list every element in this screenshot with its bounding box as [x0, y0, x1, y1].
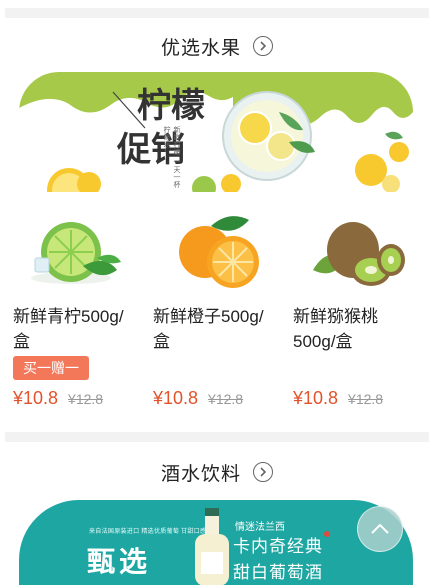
- wine-title-line1: 卡内奇经典: [233, 537, 323, 557]
- product-price: ¥10.8: [13, 388, 59, 408]
- wine-description: 来自法国原装进口 精选优质葡萄 甘甜口感: [89, 529, 207, 535]
- product-old-price: ¥12.8: [348, 391, 384, 407]
- product-card-kiwi[interactable]: 新鲜猕猴桃500g/盒 ¥10.8 ¥12.8: [293, 208, 425, 408]
- lime-image[interactable]: [13, 208, 145, 296]
- lemon-promo-banner[interactable]: 柠檬 促销 新鲜柠檬 一天一杯柠檬水: [19, 72, 413, 192]
- chevron-right-circle-icon[interactable]: [253, 36, 273, 56]
- wine-title-line2: 甜白葡萄酒: [233, 563, 323, 583]
- lemon-banner-art: [19, 72, 413, 192]
- wine-bottle-art: [195, 508, 330, 585]
- section-header-drinks[interactable]: 酒水饮料: [0, 458, 434, 486]
- product-card-orange[interactable]: 新鲜橙子500g/盒 ¥10.8 ¥12.8: [153, 208, 285, 408]
- product-name[interactable]: 新鲜猕猴桃500g/盒: [293, 304, 417, 354]
- banner-title-line1: 柠檬: [137, 86, 205, 126]
- wine-subtitle: 情迷法兰西: [235, 522, 285, 533]
- section-header-fruit[interactable]: 优选水果: [0, 32, 434, 60]
- product-price: ¥10.8: [293, 388, 339, 408]
- section-separator: [5, 8, 429, 18]
- product-old-price: ¥12.8: [68, 391, 104, 407]
- banner-vertical-text: 新鲜柠檬 一天一杯柠檬水: [163, 126, 180, 189]
- product-old-price: ¥12.8: [208, 391, 244, 407]
- section-title: 优选水果: [160, 37, 241, 59]
- back-to-top-button[interactable]: [357, 506, 403, 552]
- kiwi-image[interactable]: [293, 208, 425, 296]
- orange-image[interactable]: [153, 208, 285, 296]
- chevron-up-icon: [371, 523, 389, 534]
- product-name[interactable]: 新鲜橙子500g/盒: [153, 304, 277, 354]
- wine-big-text: 甄选: [87, 545, 152, 578]
- section-separator: [5, 432, 429, 442]
- product-price: ¥10.8: [153, 388, 199, 408]
- chevron-right-circle-icon[interactable]: [253, 462, 273, 482]
- promo-badge: 买一赠一: [13, 356, 89, 380]
- wine-promo-banner[interactable]: 来自法国原装进口 精选优质葡萄 甘甜口感 甄选 情迷法兰西 卡内奇经典 甜白葡萄…: [19, 500, 413, 585]
- section-title: 酒水饮料: [160, 463, 241, 485]
- product-name[interactable]: 新鲜青柠500g/盒: [13, 304, 137, 354]
- product-card-lime[interactable]: 新鲜青柠500g/盒 买一赠一 ¥10.8 ¥12.8: [13, 208, 145, 408]
